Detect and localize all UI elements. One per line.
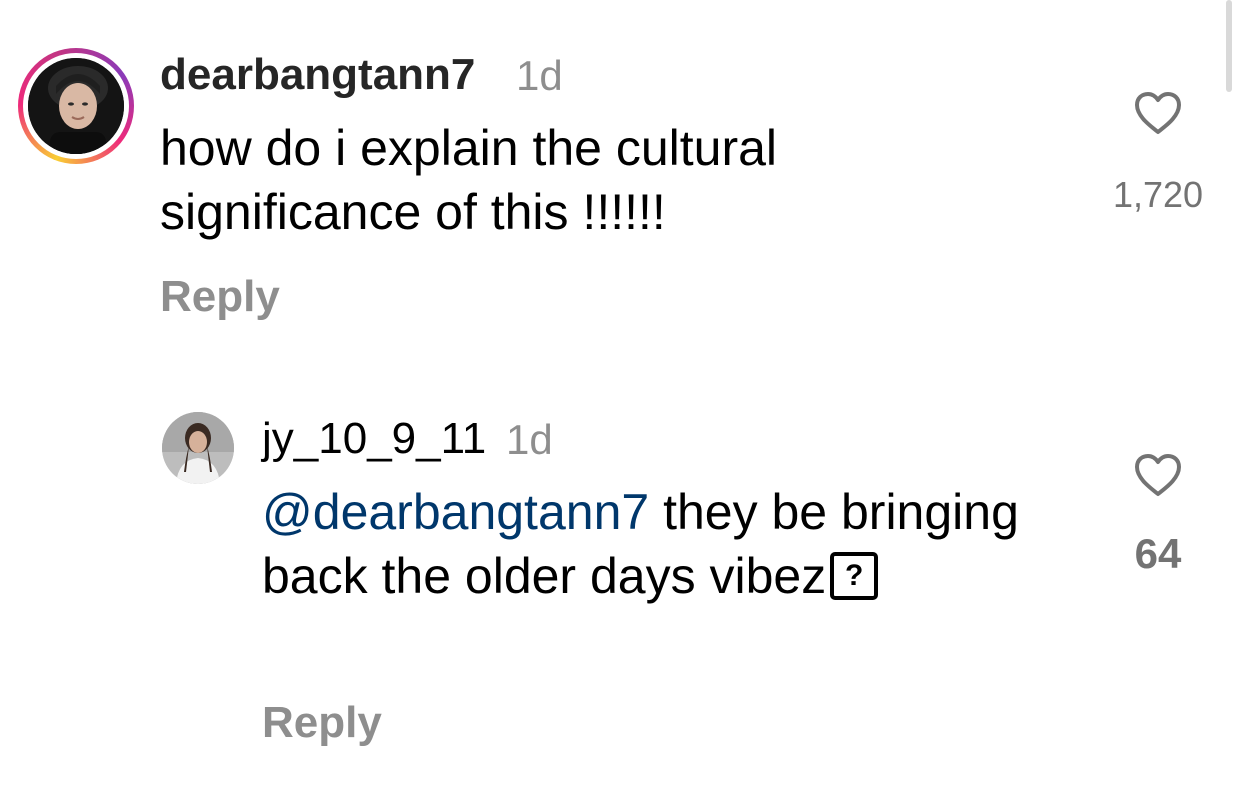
like-count: 64 [1134,530,1182,577]
like-count: 1,720 [1112,174,1204,215]
comment-username[interactable]: jy_10_9_11 [262,414,486,464]
story-ring[interactable] [18,48,134,164]
mention-link[interactable]: @dearbangtann7 [262,484,649,540]
profile-photo-icon[interactable] [28,58,124,154]
heart-outline-icon[interactable] [1132,452,1184,498]
comment-text: how do i explain the cultural significan… [160,120,778,240]
comment-text: @dearbangtann7 they be bringing back the… [262,480,1022,608]
profile-photo-icon [162,412,234,484]
reply-button[interactable]: Reply [262,698,382,748]
comment-timestamp: 1d [506,416,553,463]
unsupported-emoji-icon: ? [830,551,879,600]
reply-button[interactable]: Reply [160,272,280,322]
profile-photo-icon[interactable] [162,412,234,484]
comment-timestamp: 1d [516,52,563,99]
comment-username[interactable]: dearbangtann7 [160,50,475,100]
scrollbar[interactable] [1226,0,1232,92]
heart-outline-icon[interactable] [1132,90,1184,136]
profile-photo-icon [28,58,124,154]
